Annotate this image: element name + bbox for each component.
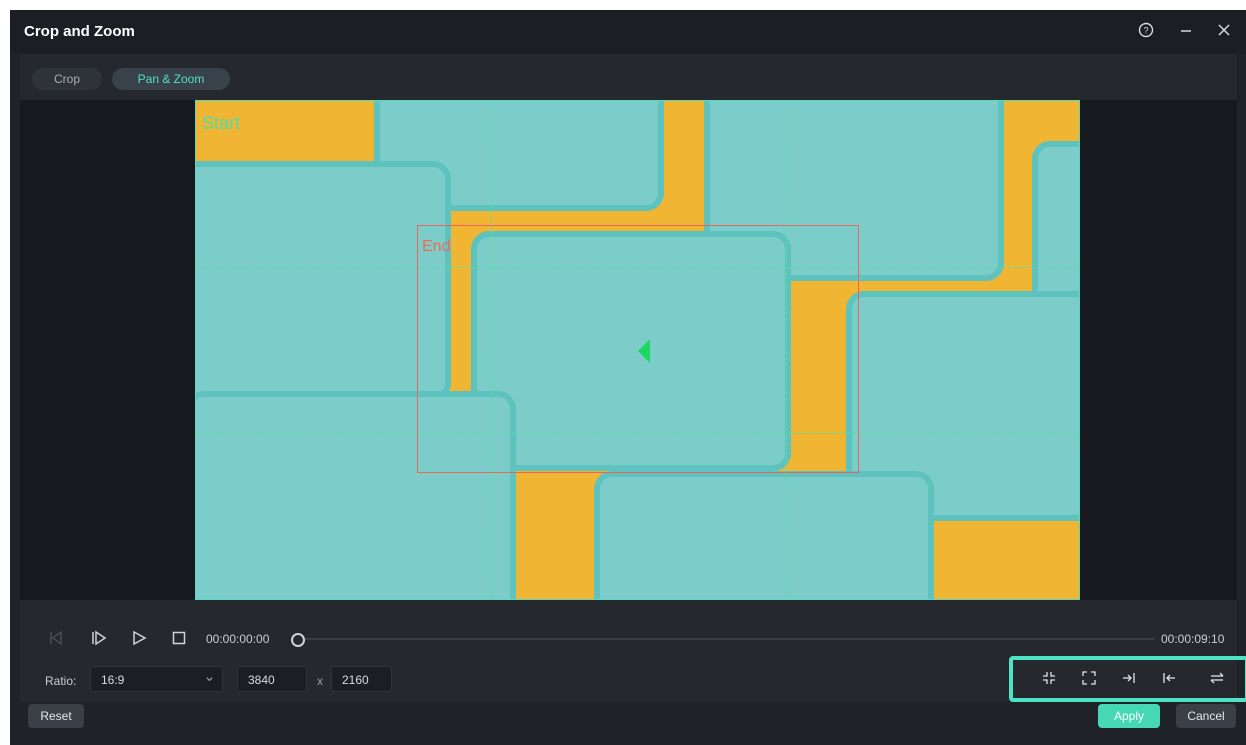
height-field[interactable]: 2160 [331, 666, 392, 692]
lunchbox-bottom [594, 471, 934, 599]
start-label: Start [202, 113, 241, 133]
move-to-start-icon[interactable] [1157, 671, 1181, 689]
tab-crop[interactable]: Crop [32, 68, 102, 90]
cancel-button[interactable]: Cancel [1176, 704, 1236, 728]
ratio-label: Ratio: [45, 674, 77, 688]
transform-toolbar [1009, 656, 1246, 702]
next-frame-icon[interactable] [90, 630, 108, 650]
ratio-select[interactable]: 16:9 [90, 666, 223, 692]
end-label: End [422, 238, 451, 255]
shrink-icon[interactable] [1037, 671, 1061, 689]
reset-button[interactable]: Reset [28, 704, 84, 728]
total-time: 00:00:09:10 [1161, 632, 1225, 646]
tab-bar: Crop Pan & Zoom [20, 54, 1237, 100]
lunchbox-left [196, 161, 451, 401]
current-time: 00:00:00:00 [206, 632, 270, 646]
close-icon[interactable] [1214, 22, 1234, 42]
prev-frame-icon[interactable] [48, 630, 66, 650]
help-circle-icon[interactable]: ? [1136, 22, 1156, 42]
preview-stage: Start End [20, 100, 1237, 600]
window-title: Crop and Zoom [24, 23, 135, 40]
tab-pan-zoom[interactable]: Pan & Zoom [112, 68, 230, 90]
pan-direction-arrow-icon [638, 339, 650, 363]
move-to-end-icon[interactable] [1117, 671, 1141, 689]
timeline-playhead[interactable] [291, 633, 305, 647]
chevron-down-icon [205, 667, 214, 693]
timeline-track[interactable] [295, 638, 1155, 640]
play-icon[interactable] [131, 630, 147, 650]
stop-icon[interactable] [171, 630, 187, 650]
width-field[interactable]: 3840 [237, 666, 307, 692]
svg-text:?: ? [1143, 26, 1148, 36]
minimize-icon[interactable] [1176, 22, 1196, 42]
expand-icon[interactable] [1077, 671, 1101, 689]
preview-image[interactable]: Start End [195, 100, 1080, 600]
playback-controls: 00:00:00:00 00:00:09:10 Ratio: 16:9 3840… [20, 600, 1246, 702]
title-bar: Crop and Zoom ? [10, 10, 1246, 54]
apply-button[interactable]: Apply [1098, 704, 1160, 728]
dimension-separator: x [317, 674, 323, 688]
crop-zoom-window: Crop and Zoom ? Crop Pan & Zoom Start En… [10, 10, 1246, 745]
ratio-value: 16:9 [101, 673, 125, 687]
swap-icon[interactable] [1205, 671, 1229, 689]
